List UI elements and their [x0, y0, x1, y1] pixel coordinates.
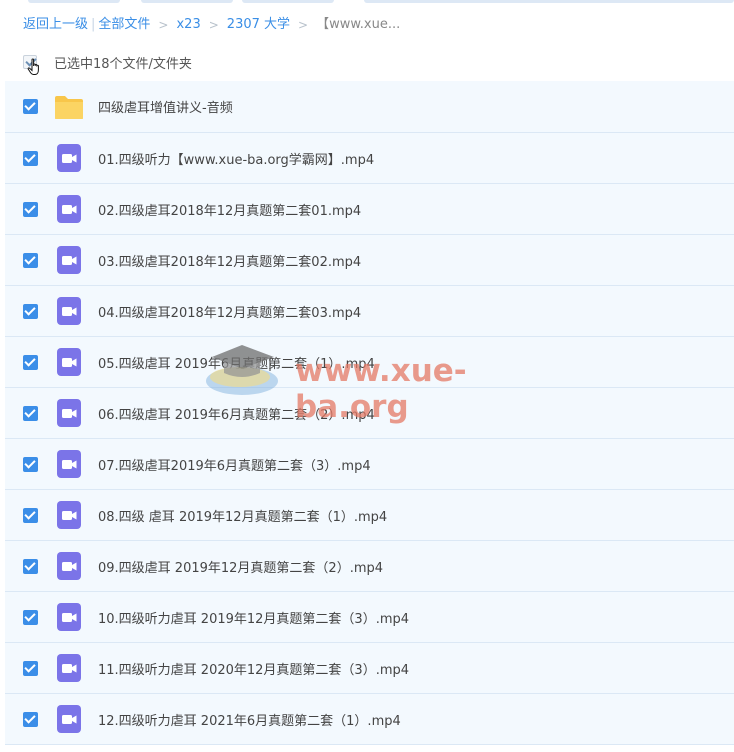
file-name[interactable]: 01.四级听力【www.xue-ba.org学霸网】.mp4: [98, 149, 374, 168]
row-checkbox[interactable]: [23, 303, 38, 319]
row-checkbox[interactable]: [23, 150, 38, 166]
file-row[interactable]: 09.四级虐耳 2019年12月真题第二套（2）.mp4: [5, 541, 734, 592]
top-toolbar-edge: [0, 0, 734, 4]
file-row[interactable]: 01.四级听力【www.xue-ba.org学霸网】.mp4: [5, 133, 734, 184]
breadcrumb-separator: >: [158, 18, 169, 32]
selection-count-text: 已选中18个文件/文件夹: [54, 56, 192, 72]
row-checkbox[interactable]: [23, 711, 38, 727]
row-checkbox[interactable]: [23, 660, 38, 676]
video-icon: [57, 450, 81, 478]
breadcrumb-2307-link[interactable]: 2307 大学: [227, 15, 290, 35]
file-list: 四级虐耳增值讲义-音频 01.四级听力【www.xue-ba.org学霸网】.m…: [5, 81, 734, 745]
video-icon: [57, 603, 81, 631]
video-icon: [57, 705, 81, 733]
file-name[interactable]: 06.四级虐耳 2019年6月真题第二套（2）.mp4: [98, 404, 375, 423]
breadcrumb-separator: >: [298, 18, 309, 32]
video-icon: [57, 552, 81, 580]
file-row[interactable]: 四级虐耳增值讲义-音频: [5, 81, 734, 133]
row-checkbox[interactable]: [23, 201, 38, 217]
row-checkbox[interactable]: [23, 354, 38, 370]
toolbar-button-edge[interactable]: [141, 0, 233, 3]
file-name[interactable]: 10.四级听力虐耳 2019年12月真题第二套（3）.mp4: [98, 608, 409, 627]
row-checkbox[interactable]: [23, 99, 38, 114]
breadcrumb-x23-link[interactable]: x23: [176, 15, 200, 35]
file-row[interactable]: 08.四级 虐耳 2019年12月真题第二套（1）.mp4: [5, 490, 734, 541]
file-row[interactable]: 03.四级虐耳2018年12月真题第二套02.mp4: [5, 235, 734, 286]
video-icon: [57, 195, 81, 223]
selection-bar: 已选中18个文件/文件夹: [23, 52, 192, 75]
video-icon: [57, 297, 81, 325]
file-row[interactable]: 12.四级听力虐耳 2021年6月真题第二套（1）.mp4: [5, 694, 734, 745]
file-name[interactable]: 12.四级听力虐耳 2021年6月真题第二套（1）.mp4: [98, 710, 401, 729]
file-name[interactable]: 03.四级虐耳2018年12月真题第二套02.mp4: [98, 251, 361, 270]
video-icon: [57, 654, 81, 682]
row-checkbox[interactable]: [23, 405, 38, 421]
toolbar-button-edge[interactable]: [364, 0, 734, 3]
breadcrumb-current: 【www.xue...: [316, 17, 401, 32]
toolbar-button-edge[interactable]: [28, 0, 120, 3]
file-name[interactable]: 11.四级听力虐耳 2020年12月真题第二套（3）.mp4: [98, 659, 409, 678]
file-row[interactable]: 02.四级虐耳2018年12月真题第二套01.mp4: [5, 184, 734, 235]
breadcrumb-all-files-link[interactable]: 全部文件: [98, 15, 150, 35]
file-name[interactable]: 04.四级虐耳2018年12月真题第二套03.mp4: [98, 302, 361, 321]
row-checkbox[interactable]: [23, 456, 38, 472]
folder-icon: [55, 95, 83, 119]
row-checkbox[interactable]: [23, 558, 38, 574]
file-row[interactable]: 07.四级虐耳2019年6月真题第二套（3）.mp4: [5, 439, 734, 490]
file-row[interactable]: 05.四级虐耳 2019年6月真题第二套（1）.mp4: [5, 337, 734, 388]
file-row[interactable]: 04.四级虐耳2018年12月真题第二套03.mp4: [5, 286, 734, 337]
video-icon: [57, 348, 81, 376]
file-name[interactable]: 08.四级 虐耳 2019年12月真题第二套（1）.mp4: [98, 506, 387, 525]
video-icon: [57, 399, 81, 427]
file-row[interactable]: 11.四级听力虐耳 2020年12月真题第二套（3）.mp4: [5, 643, 734, 694]
file-name[interactable]: 02.四级虐耳2018年12月真题第二套01.mp4: [98, 200, 361, 219]
breadcrumb-separator: >: [208, 18, 219, 32]
file-row[interactable]: 10.四级听力虐耳 2019年12月真题第二套（3）.mp4: [5, 592, 734, 643]
file-name[interactable]: 09.四级虐耳 2019年12月真题第二套（2）.mp4: [98, 557, 383, 576]
video-icon: [57, 501, 81, 529]
video-icon: [57, 144, 81, 172]
breadcrumb-back-link[interactable]: 返回上一级: [23, 15, 88, 35]
file-row[interactable]: 06.四级虐耳 2019年6月真题第二套（2）.mp4: [5, 388, 734, 439]
file-name[interactable]: 05.四级虐耳 2019年6月真题第二套（1）.mp4: [98, 353, 375, 372]
row-checkbox[interactable]: [23, 507, 38, 523]
file-name[interactable]: 四级虐耳增值讲义-音频: [98, 97, 233, 116]
video-icon: [57, 246, 81, 274]
hand-cursor-icon: [27, 58, 39, 75]
file-name[interactable]: 07.四级虐耳2019年6月真题第二套（3）.mp4: [98, 455, 371, 474]
breadcrumb: 返回上一级 | 全部文件 > x23 > 2307 大学 > 【www.xue.…: [23, 15, 400, 35]
toolbar-button-edge[interactable]: [242, 0, 334, 3]
row-checkbox[interactable]: [23, 252, 38, 268]
row-checkbox[interactable]: [23, 609, 38, 625]
breadcrumb-divider: |: [91, 17, 96, 32]
